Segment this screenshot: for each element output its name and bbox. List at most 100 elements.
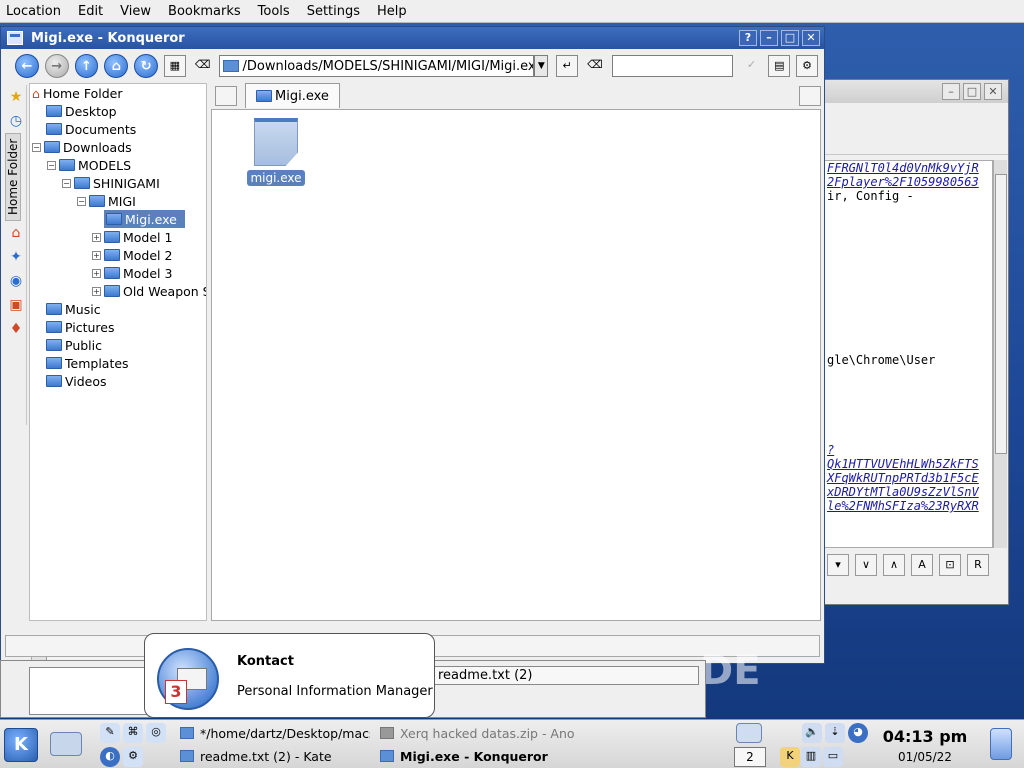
- minimize-button[interactable]: –: [942, 83, 960, 100]
- expand-icon[interactable]: +: [92, 232, 101, 242]
- menu-view[interactable]: View: [120, 4, 151, 19]
- globe-icon[interactable]: ◎: [146, 723, 166, 743]
- kontact-notification[interactable]: 3 Kontact Personal Information Manager: [144, 633, 435, 718]
- text-line[interactable]: XFqWkRUTnpPRTd3b1F5cE: [827, 471, 979, 485]
- expand-icon[interactable]: +: [92, 286, 101, 296]
- regex-icon[interactable]: R: [967, 554, 989, 576]
- tree-item-documents[interactable]: Documents: [46, 120, 136, 138]
- update-icon[interactable]: ⇣: [825, 723, 845, 743]
- file-view[interactable]: migi.exe: [211, 109, 821, 621]
- search-input[interactable]: [611, 55, 733, 77]
- network-monitor-icon[interactable]: ▥: [801, 747, 821, 767]
- klipper-icon[interactable]: K: [780, 747, 800, 767]
- collapse-icon[interactable]: −: [77, 196, 86, 206]
- find-previous-icon[interactable]: ∧: [883, 554, 905, 576]
- go-icon[interactable]: ↵: [556, 55, 579, 77]
- clear-location-icon[interactable]: ⌫: [192, 55, 214, 77]
- network-icon[interactable]: ◉: [5, 269, 27, 293]
- tree-item-home-folder[interactable]: ⌂ Home Folder: [32, 84, 122, 102]
- text-box[interactable]: [29, 667, 159, 715]
- tree-item-model-2[interactable]: + Model 2: [92, 246, 172, 264]
- maximize-button[interactable]: □: [963, 83, 981, 100]
- text-line[interactable]: FFRGNlT0l4d0VnMk9vYjR: [827, 161, 979, 175]
- task-terminal[interactable]: */home/dartz/Desktop/macsk: [180, 722, 370, 744]
- bookmarks-star-icon[interactable]: ★: [5, 85, 27, 109]
- network-status-icon[interactable]: ◕: [848, 723, 868, 743]
- text-line[interactable]: xDRDYtMTla0U9sZzVlSnV: [827, 485, 979, 499]
- trash-icon[interactable]: [990, 728, 1012, 760]
- background-editor-window[interactable]: – □ ✕ FFRGNlT0l4d0VnMk9vYjR 2Fplayer%2F1…: [822, 79, 1009, 605]
- browser-icon[interactable]: ◐: [100, 747, 120, 767]
- menu-location[interactable]: Location: [6, 4, 61, 19]
- collapse-icon[interactable]: −: [62, 178, 71, 188]
- tree-item-downloads[interactable]: − Downloads: [32, 138, 132, 156]
- task-archive[interactable]: Xerq hacked datas.zip - Ano: [380, 722, 575, 744]
- clock[interactable]: 04:13 pm 01/05/22: [872, 727, 978, 764]
- home-icon[interactable]: ⌂: [5, 221, 27, 245]
- tree-item-models[interactable]: − MODELS: [47, 156, 131, 174]
- tree-item-model-1[interactable]: + Model 1: [92, 228, 172, 246]
- tab-migi-exe[interactable]: Migi.exe: [245, 83, 340, 108]
- menu-tools[interactable]: Tools: [258, 4, 290, 19]
- home-icon[interactable]: ⌂: [104, 54, 129, 78]
- konqueror-window[interactable]: Migi.exe - Konqueror ? – □ ✕ ← → ↑ ⌂ ↻ ▦…: [0, 26, 825, 664]
- history-clock-icon[interactable]: ◷: [5, 109, 27, 133]
- sidebar-tab-home-folder[interactable]: Home Folder: [5, 133, 21, 221]
- file-name-field[interactable]: readme.txt (2): [431, 666, 699, 685]
- tree-item-old-weapon[interactable]: + Old Weapon S: [92, 282, 206, 300]
- text-line[interactable]: ?: [827, 443, 834, 457]
- menu-edit[interactable]: Edit: [78, 4, 103, 19]
- help-button[interactable]: ?: [739, 30, 757, 46]
- close-tab-icon[interactable]: [799, 86, 821, 106]
- tree-item-music[interactable]: Music: [46, 300, 101, 318]
- k-menu-button[interactable]: K: [4, 728, 38, 762]
- services-icon[interactable]: ▣: [5, 293, 27, 317]
- tree-item-public[interactable]: Public: [46, 336, 102, 354]
- tree-item-pictures[interactable]: Pictures: [46, 318, 115, 336]
- find-dropdown-icon[interactable]: ▾: [827, 554, 849, 576]
- maximize-button[interactable]: □: [781, 30, 799, 46]
- clear-search-icon[interactable]: ⌫: [584, 55, 606, 77]
- minimize-button[interactable]: –: [760, 30, 778, 46]
- tree-item-videos[interactable]: Videos: [46, 372, 107, 390]
- konqueror-gear-icon[interactable]: ⚙: [796, 55, 818, 77]
- network-icon[interactable]: ⌘: [123, 723, 143, 743]
- konqueror-titlebar[interactable]: Migi.exe - Konqueror ? – □ ✕: [1, 27, 824, 49]
- display-icon[interactable]: ▭: [823, 747, 843, 767]
- menu-help[interactable]: Help: [377, 4, 407, 19]
- find-next-icon[interactable]: ∨: [855, 554, 877, 576]
- match-case-icon[interactable]: A: [911, 554, 933, 576]
- close-button[interactable]: ✕: [802, 30, 820, 46]
- editor-text-area[interactable]: FFRGNlT0l4d0VnMk9vYjR 2Fplayer%2F1059980…: [823, 160, 993, 548]
- text-line[interactable]: le%2FNMhSFIza%23RyRXR: [827, 499, 979, 513]
- new-tab-icon[interactable]: [215, 86, 237, 106]
- stop-icon[interactable]: ✓: [741, 55, 763, 77]
- location-dropdown-icon[interactable]: ▼: [534, 55, 549, 77]
- desktop-preview-icon[interactable]: [50, 732, 82, 756]
- back-icon[interactable]: ←: [15, 54, 39, 78]
- tree-item-migi[interactable]: − MIGI: [77, 192, 136, 210]
- tree-item-shinigami[interactable]: − SHINIGAMI: [62, 174, 160, 192]
- expand-icon[interactable]: +: [92, 268, 101, 278]
- pencil-icon[interactable]: ✎: [100, 723, 120, 743]
- root-folder-icon[interactable]: ♦: [5, 317, 27, 341]
- close-button[interactable]: ✕: [984, 83, 1002, 100]
- tree-item-templates[interactable]: Templates: [46, 354, 129, 372]
- reload-icon[interactable]: ↻: [134, 54, 158, 78]
- devices-icon[interactable]: ⚙: [123, 747, 143, 767]
- location-input[interactable]: /Downloads/MODELS/SHINIGAMI/MIGI/Migi.ex…: [219, 55, 535, 77]
- media-icon[interactable]: ✦: [5, 245, 27, 269]
- task-kate[interactable]: readme.txt (2) - Kate: [180, 745, 370, 767]
- pager-icon[interactable]: [736, 723, 762, 743]
- menu-bookmarks[interactable]: Bookmarks: [168, 4, 241, 19]
- view-mode-icon[interactable]: ▦: [163, 55, 186, 77]
- speaker-icon[interactable]: 🔈: [802, 723, 822, 743]
- file-item-migi-exe[interactable]: migi.exe: [246, 118, 306, 186]
- collapse-icon[interactable]: −: [32, 142, 41, 152]
- expand-icon[interactable]: +: [92, 250, 101, 260]
- text-line[interactable]: 2Fplayer%2F1059980563: [827, 175, 979, 189]
- up-icon[interactable]: ↑: [74, 54, 99, 78]
- split-view-icon[interactable]: ▤: [768, 55, 791, 77]
- tree-item-desktop[interactable]: Desktop: [46, 102, 117, 120]
- whole-word-icon[interactable]: ⊡: [939, 554, 961, 576]
